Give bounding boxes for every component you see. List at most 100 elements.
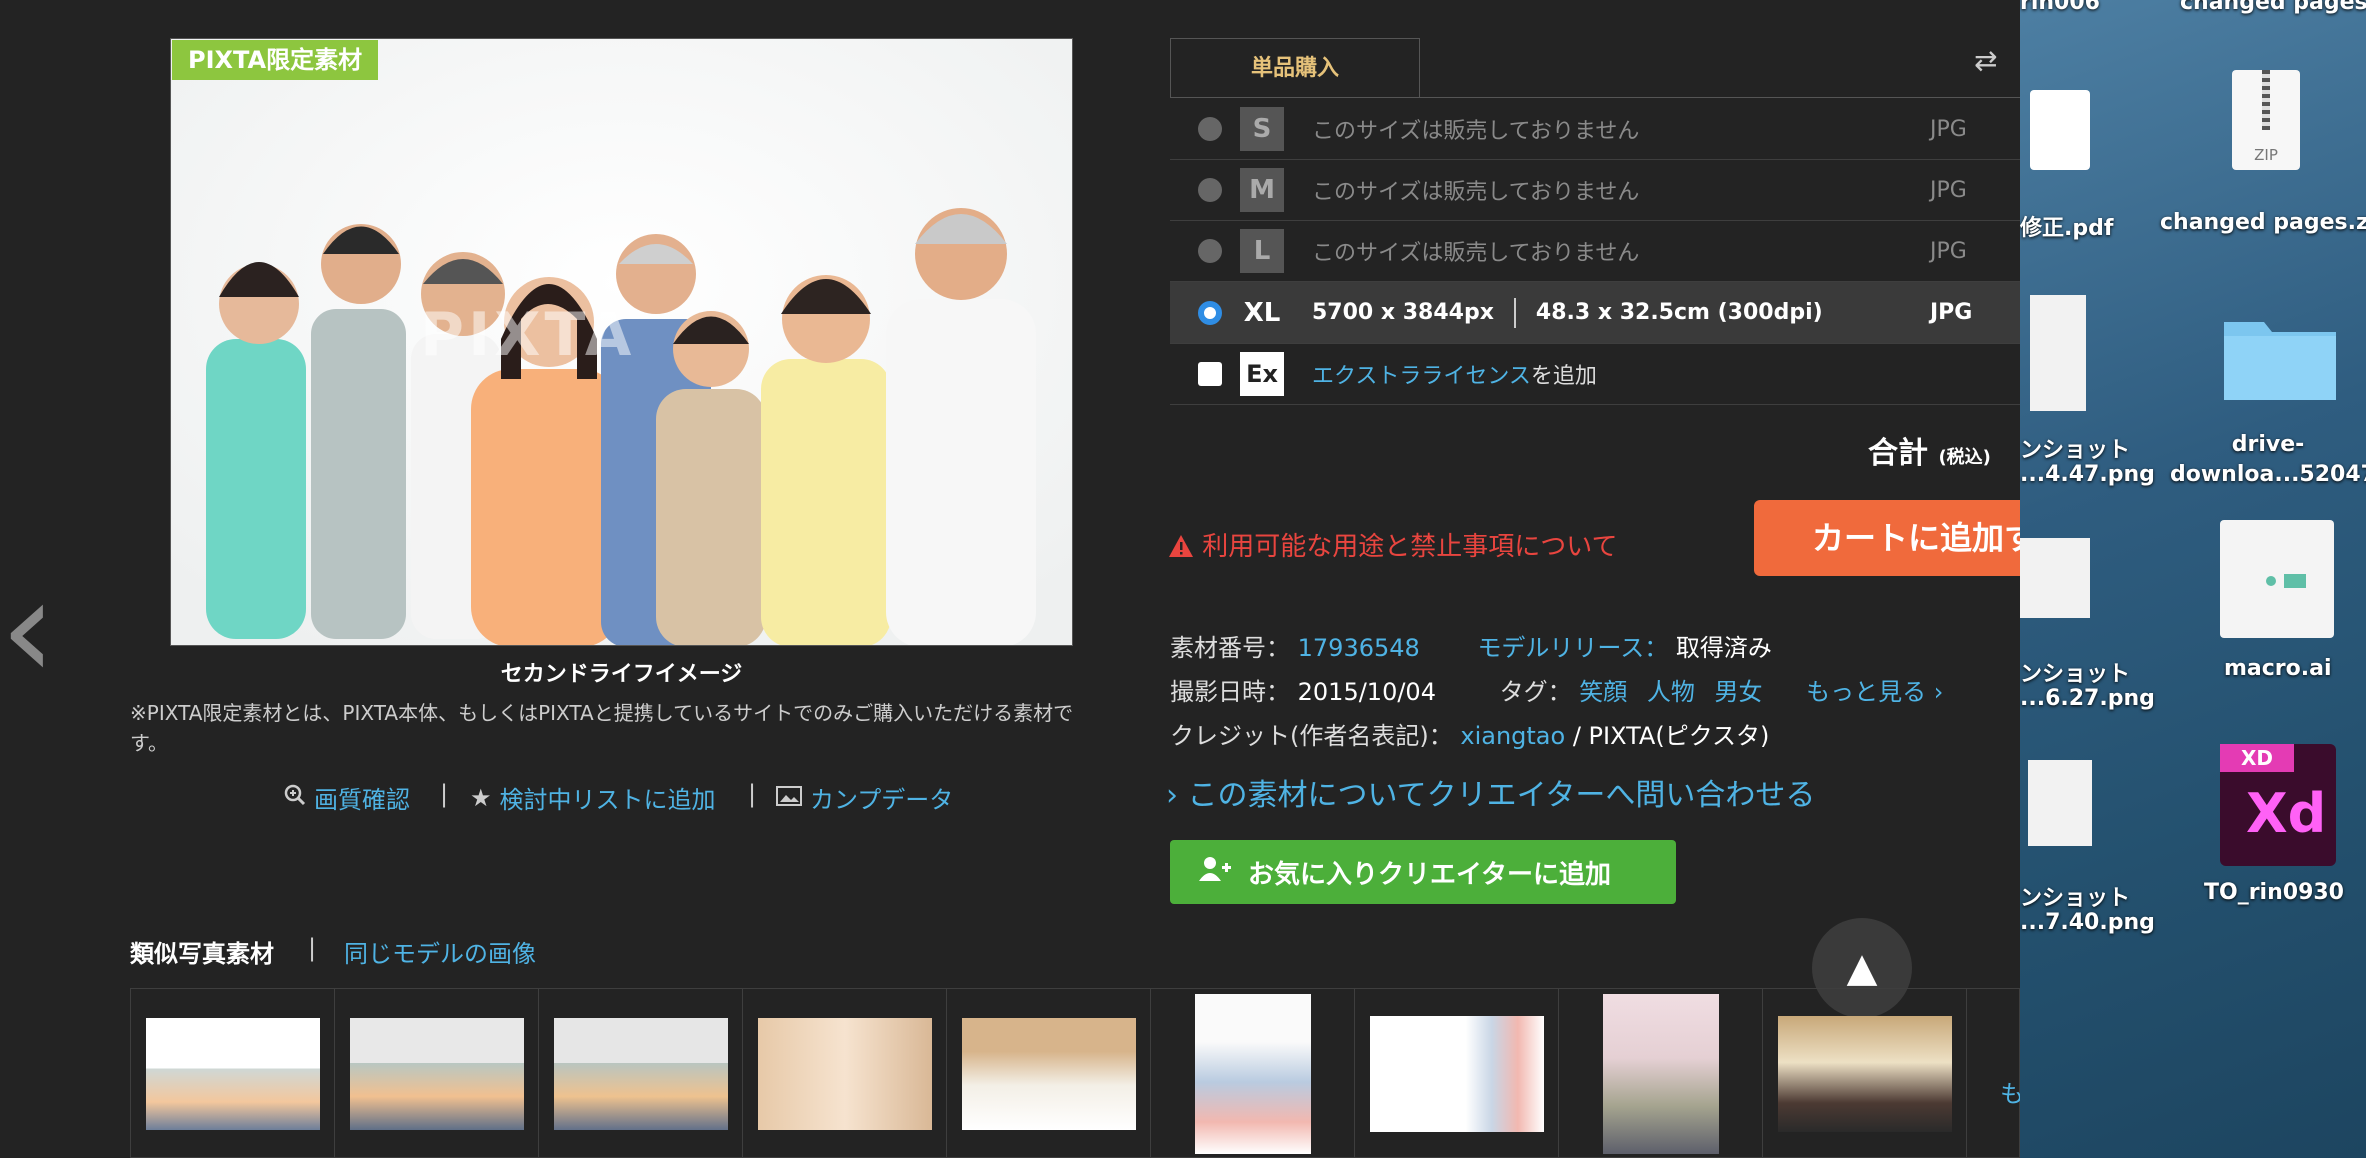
desktop-background: rin006 changed pages 修正.pdf ZIP changed … bbox=[2020, 0, 2366, 1158]
model-release-label[interactable]: モデルリリース： bbox=[1477, 634, 1668, 662]
desktop-item-label[interactable]: ンショット bbox=[2020, 880, 2130, 912]
similar-photos-label[interactable]: 類似写真素材 bbox=[130, 934, 274, 969]
xd-logo: Xd bbox=[2246, 782, 2327, 845]
pdf-file-icon[interactable] bbox=[2030, 90, 2090, 170]
similar-thumbnail[interactable] bbox=[1763, 989, 1967, 1158]
tag-link[interactable]: 笑顔 bbox=[1579, 678, 1627, 706]
similar-thumbnail[interactable] bbox=[1151, 989, 1355, 1158]
similar-thumbnail[interactable] bbox=[335, 989, 539, 1158]
size-radio[interactable] bbox=[1198, 117, 1222, 141]
add-to-wishlist-link[interactable]: ★ 検討中リストに追加 bbox=[470, 780, 716, 815]
thumbnail-image[interactable] bbox=[1777, 1016, 1952, 1132]
similar-thumbnail[interactable] bbox=[947, 989, 1151, 1158]
more-tags-link[interactable]: もっと見る › bbox=[1806, 678, 1943, 706]
swap-icon[interactable]: ⇄ bbox=[1974, 44, 1997, 77]
screenshot-thumbnail-icon[interactable] bbox=[2028, 760, 2092, 846]
similar-thumbnail[interactable] bbox=[539, 989, 743, 1158]
extra-license-row[interactable]: Ex エクストラライセンスを追加 bbox=[1170, 344, 2020, 405]
folder-icon[interactable] bbox=[2220, 308, 2340, 404]
similar-separator: | bbox=[308, 934, 317, 962]
zipper-icon bbox=[2262, 70, 2270, 130]
thumbnail-image[interactable] bbox=[1194, 994, 1311, 1154]
usage-warning-link[interactable]: 利用可能な用途と禁止事項について bbox=[1168, 526, 1618, 563]
tag-label: タグ： bbox=[1499, 678, 1572, 706]
material-id-line: 素材番号： 17936548 モデルリリース： 取得済み bbox=[1170, 628, 1772, 663]
credit-suffix: / PIXTA(ピクスタ) bbox=[1565, 722, 1770, 750]
desktop-item-label[interactable]: changed pages bbox=[2180, 0, 2366, 15]
zip-file-icon[interactable]: ZIP bbox=[2232, 70, 2300, 170]
desktop-item-label[interactable]: macro.ai bbox=[2224, 656, 2332, 681]
desktop-item-label[interactable]: TO_rin0930 bbox=[2204, 880, 2344, 905]
add-user-icon bbox=[1198, 856, 1232, 889]
exclusive-note: ※PIXTA限定素材とは、PIXTA本体、もしくはPIXTAと提携しているサイト… bbox=[130, 701, 1074, 755]
previous-arrow-icon[interactable]: ‹ bbox=[0, 560, 56, 700]
thumbnail-image[interactable] bbox=[961, 1018, 1136, 1130]
desktop-item-sublabel[interactable]: ...4.47.png bbox=[2020, 462, 2155, 487]
add-to-wishlist-label[interactable]: 検討中リストに追加 bbox=[500, 780, 716, 815]
desktop-item-label[interactable]: rin006 bbox=[2020, 0, 2100, 15]
size-radio-selected[interactable] bbox=[1198, 300, 1222, 325]
desktop-item-sublabel[interactable]: ...6.27.png bbox=[2020, 686, 2155, 711]
xd-file-icon[interactable]: XD Xd bbox=[2220, 744, 2336, 866]
add-favorite-creator-label[interactable]: お気に入りクリエイターに追加 bbox=[1248, 854, 1611, 891]
size-row-l[interactable]: L このサイズは販売しておりません JPG bbox=[1170, 221, 2020, 282]
shoot-date-line: 撮影日時： 2015/10/04 タグ： 笑顔 人物 男女 もっと見る › bbox=[1170, 672, 1943, 707]
desktop-item-label[interactable]: ンショット bbox=[2020, 432, 2130, 464]
size-cm: 48.3 x 32.5cm (300dpi) bbox=[1535, 300, 1823, 325]
tag-link[interactable]: 男女 bbox=[1715, 678, 1763, 706]
model-release-value: 取得済み bbox=[1675, 634, 1772, 662]
ai-file-icon[interactable] bbox=[2220, 520, 2334, 638]
zip-file-label: ZIP bbox=[2254, 146, 2278, 164]
zoom-icon bbox=[284, 784, 306, 812]
comp-data-label[interactable]: カンプデータ bbox=[810, 780, 953, 815]
similar-thumbnail[interactable] bbox=[743, 989, 947, 1158]
quality-check-label[interactable]: 画質確認 bbox=[314, 780, 410, 815]
add-to-cart-button[interactable]: カートに追加す bbox=[1754, 500, 2054, 576]
size-format: JPG bbox=[1930, 300, 1973, 325]
size-row-m[interactable]: M このサイズは販売しておりません JPG bbox=[1170, 160, 2020, 221]
desktop-item-sublabel[interactable]: ...7.40.png bbox=[2020, 910, 2155, 935]
tag-link[interactable]: 人物 bbox=[1647, 678, 1695, 706]
screenshot-thumbnail-icon[interactable] bbox=[2030, 295, 2086, 411]
file-dot-icon bbox=[2266, 576, 2276, 586]
add-favorite-creator-button[interactable]: お気に入りクリエイターに追加 bbox=[1170, 840, 1676, 904]
tool-separator: | bbox=[748, 780, 757, 808]
thumbnail-image[interactable] bbox=[757, 1018, 932, 1130]
same-model-link[interactable]: 同じモデルの画像 bbox=[344, 934, 536, 969]
size-text: このサイズは販売しておりません bbox=[1312, 119, 1640, 144]
shoot-date-label: 撮影日時： bbox=[1170, 678, 1290, 706]
size-code: M bbox=[1240, 168, 1284, 212]
quality-check-link[interactable]: 画質確認 bbox=[284, 780, 410, 815]
similar-thumbnail[interactable] bbox=[1559, 989, 1763, 1158]
desktop-item-label[interactable]: changed pages.z bbox=[2160, 210, 2366, 235]
extra-license-checkbox[interactable] bbox=[1198, 362, 1222, 386]
thumbnail-image[interactable] bbox=[553, 1018, 728, 1130]
similar-thumbnail[interactable] bbox=[131, 989, 335, 1158]
thumbnail-image[interactable] bbox=[1369, 1016, 1544, 1132]
author-link[interactable]: xiangtao bbox=[1460, 722, 1565, 750]
thumbnail-image[interactable] bbox=[1602, 994, 1719, 1154]
similar-thumbnail[interactable] bbox=[1355, 989, 1559, 1158]
desktop-item-sublabel[interactable]: downloa...52047 bbox=[2170, 462, 2366, 487]
extra-license-link[interactable]: エクストラライセンス bbox=[1312, 364, 1531, 389]
desktop-item-label[interactable]: 修正.pdf bbox=[2020, 210, 2113, 242]
credit-line: クレジット(作者名表記)： xiangtao / PIXTA(ピクスタ) bbox=[1170, 716, 1769, 751]
size-row-xl[interactable]: XL 5700 x 3844px 48.3 x 32.5cm (300dpi) … bbox=[1170, 282, 2020, 344]
credit-label: クレジット(作者名表記)： bbox=[1170, 722, 1453, 750]
thumbnail-image[interactable] bbox=[349, 1018, 524, 1130]
screenshot-thumbnail-icon[interactable] bbox=[2020, 538, 2090, 618]
size-row-s[interactable]: S このサイズは販売しておりません JPG bbox=[1170, 99, 2020, 160]
size-radio[interactable] bbox=[1198, 178, 1222, 202]
material-id-value[interactable]: 17936548 bbox=[1298, 634, 1420, 662]
desktop-item-label[interactable]: ンショット bbox=[2020, 656, 2130, 688]
comp-data-link[interactable]: カンプデータ bbox=[776, 780, 953, 815]
size-text: このサイズは販売しておりません bbox=[1312, 241, 1640, 266]
contact-creator-link[interactable]: › この素材についてクリエイターへ問い合わせる bbox=[1166, 770, 1815, 814]
tab-single-purchase[interactable]: 単品購入 bbox=[1170, 38, 1420, 98]
desktop-item-label[interactable]: drive- bbox=[2170, 432, 2366, 457]
thumbnail-image[interactable] bbox=[145, 1018, 320, 1130]
usage-warning-label[interactable]: 利用可能な用途と禁止事項について bbox=[1202, 532, 1617, 562]
size-format: JPG bbox=[1930, 238, 1967, 264]
size-radio[interactable] bbox=[1198, 239, 1222, 263]
tool-separator: | bbox=[440, 780, 449, 808]
